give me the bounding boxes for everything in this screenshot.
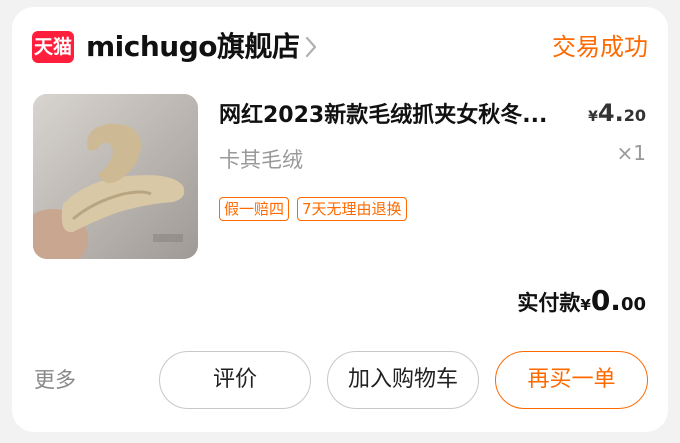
paid-currency: ¥ <box>580 296 591 314</box>
product-title[interactable]: 网红2023新款毛绒抓夹女秋冬... <box>219 99 579 133</box>
paid-decimal: 00 <box>620 294 646 315</box>
paid-amount: 实付款¥0.00 <box>517 281 646 325</box>
paid-integer: 0. <box>590 284 621 317</box>
product-quantity: ×1 <box>616 141 646 165</box>
order-status: 交易成功 <box>552 33 648 61</box>
product-image[interactable] <box>33 94 198 259</box>
price-currency: ¥ <box>588 109 598 125</box>
service-tags: 假一赔四 7天无理由退换 <box>219 197 407 221</box>
add-to-cart-button[interactable]: 加入购物车 <box>327 351 479 409</box>
hair-clip-photo <box>33 94 198 259</box>
rebuy-button[interactable]: 再买一单 <box>495 351 648 409</box>
more-button[interactable]: 更多 <box>34 365 76 395</box>
tag-fake-compensation: 假一赔四 <box>219 197 290 221</box>
product-price: ¥4.20 <box>588 95 646 135</box>
chevron-right-icon[interactable] <box>305 36 317 58</box>
review-button[interactable]: 评价 <box>159 351 311 409</box>
tag-7day-return: 7天无理由退换 <box>297 197 407 221</box>
order-card: 天猫 michugo旗舰店 交易成功 网红2023新款毛绒抓夹女秋冬... 卡其… <box>12 7 668 432</box>
product-variant: 卡其毛绒 <box>219 148 303 172</box>
shop-name[interactable]: michugo旗舰店 <box>86 27 300 67</box>
order-header: 天猫 michugo旗舰店 交易成功 <box>32 25 648 69</box>
tmall-logo: 天猫 <box>32 31 74 63</box>
price-decimal: 20 <box>623 106 646 125</box>
price-integer: 4. <box>597 99 624 127</box>
paid-label: 实付款 <box>517 291 581 315</box>
